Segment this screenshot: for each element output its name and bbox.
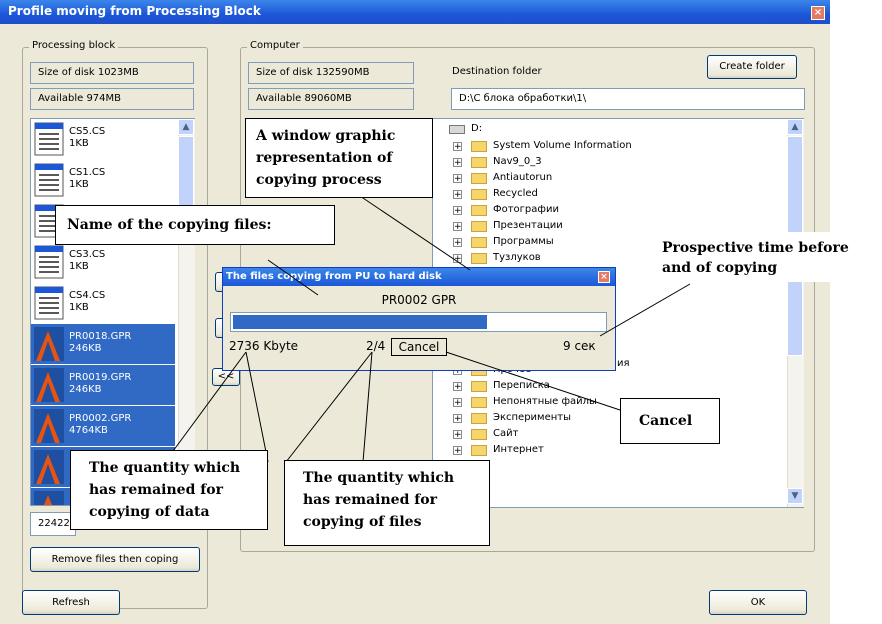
callout-window-graphic: A window graphic representation of copyi… [245,118,433,198]
callout-cancel: Cancel [620,398,720,444]
callout-quantity-files: The quantity which has remained for copy… [284,460,490,546]
callout-quantity-data: The quantity which has remained for copy… [70,450,268,530]
callout-name-files: Name of the copying files: [55,205,335,245]
callout-prospective-time: Prospective time before and of copying [652,232,872,282]
